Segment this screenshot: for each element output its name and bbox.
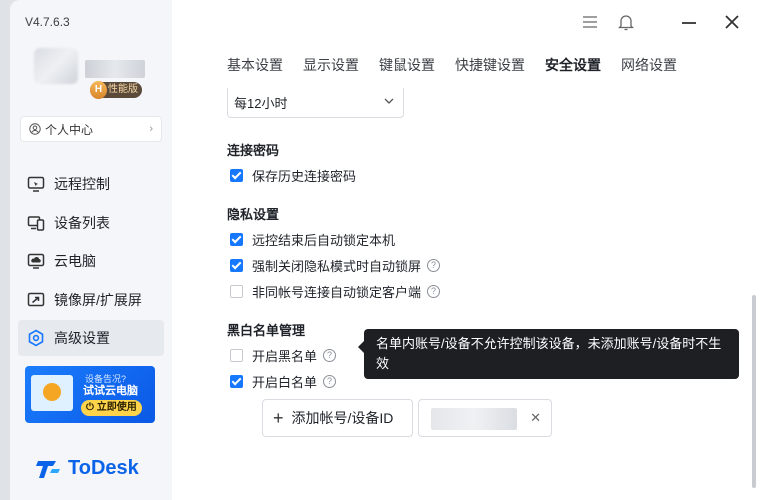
option-enable-whitelist[interactable]: 开启白名单 ?	[230, 372, 337, 391]
close-icon[interactable]	[722, 12, 742, 32]
chevron-down-icon	[383, 95, 395, 110]
settings-panel: 基本设置 显示设置 键鼠设置 快捷键设置 安全设置 网络设置 每12小时 连接密…	[172, 0, 770, 500]
option-label: 强制关闭隐私模式时自动锁屏	[252, 259, 422, 274]
help-icon[interactable]: ?	[427, 285, 441, 298]
option-enable-blacklist[interactable]: 开启黑名单 ?	[230, 346, 337, 365]
add-account-device-button[interactable]: + 添加帐号/设备ID	[262, 399, 413, 437]
minimize-icon[interactable]	[679, 12, 699, 32]
checkbox-checked[interactable]	[230, 233, 243, 246]
avatar[interactable]	[34, 48, 78, 84]
menu-icon[interactable]	[580, 12, 600, 32]
add-button-label: 添加帐号/设备ID	[291, 410, 394, 426]
sidebar-item-label: 远程控制	[54, 176, 110, 192]
tab-display[interactable]: 显示设置	[303, 55, 359, 75]
option-label: 开启白名单	[252, 375, 318, 390]
tab-keyboard-mouse[interactable]: 键鼠设置	[379, 55, 435, 75]
personal-center-label: 个人中心	[45, 122, 94, 137]
help-icon[interactable]: ?	[427, 259, 441, 272]
help-icon[interactable]: ?	[323, 349, 337, 362]
help-icon[interactable]: ?	[323, 375, 337, 388]
badge-h-icon: H	[90, 81, 107, 99]
sidebar-item-label: 镜像屏/扩展屏	[54, 291, 142, 308]
sidebar-item-remote-control[interactable]: 远程控制	[18, 166, 164, 202]
sidebar-item-label: 设备列表	[54, 214, 110, 231]
auto-lock-interval-select[interactable]: 每12小时	[227, 88, 404, 118]
option-label: 保存历史连接密码	[252, 169, 357, 184]
option-diff-account-lock[interactable]: 非同帐号连接自动锁定客户端 ?	[230, 282, 441, 301]
option-force-close-lock[interactable]: 强制关闭隐私模式时自动锁屏 ?	[230, 256, 441, 275]
blacklist-tooltip: 名单内账号/设备不允许控制该设备，未添加账号/设备时不生效	[358, 329, 739, 379]
username-redacted	[85, 60, 145, 78]
settings-hex-icon	[26, 328, 46, 348]
checkbox-checked[interactable]	[230, 259, 243, 272]
power-icon: ⏻	[86, 402, 94, 413]
section-title-connection-password: 连接密码	[227, 143, 280, 158]
sidebar: V4.7.6.3 H 性能版 个人中心 › 远程控制 设备列表 云电脑 镜像屏/…	[10, 0, 172, 500]
device-list-icon	[26, 213, 46, 233]
checkbox-checked[interactable]	[230, 375, 243, 388]
version-label: V4.7.6.3	[25, 15, 70, 29]
cloud-pc-icon	[26, 251, 46, 271]
mirror-screen-icon	[26, 290, 46, 310]
app-window: V4.7.6.3 H 性能版 个人中心 › 远程控制 设备列表 云电脑 镜像屏/…	[10, 0, 770, 500]
scrollbar[interactable]	[752, 295, 756, 488]
personal-center-button[interactable]: 个人中心 ›	[20, 116, 162, 142]
remote-control-icon	[26, 174, 46, 194]
todesk-logo: ToDesk	[36, 457, 139, 480]
plus-icon: +	[273, 407, 284, 428]
use-now-label: 立即使用	[96, 402, 137, 413]
remove-entry-icon[interactable]: ✕	[530, 410, 541, 426]
option-save-history-password[interactable]: 保存历史连接密码	[230, 166, 356, 185]
bell-icon[interactable]	[616, 12, 636, 32]
tab-shortcuts[interactable]: 快捷键设置	[455, 55, 525, 75]
tab-basic[interactable]: 基本设置	[227, 55, 283, 75]
section-title-blacklist-whitelist: 黑白名单管理	[227, 323, 306, 338]
sidebar-item-label: 云电脑	[54, 253, 96, 269]
device-id-redacted	[431, 408, 517, 430]
user-icon	[29, 123, 41, 135]
chevron-right-icon: ›	[149, 123, 153, 135]
tab-security[interactable]: 安全设置	[545, 55, 601, 75]
sidebar-nav: 远程控制 设备列表 云电脑 镜像屏/扩展屏 高级设置	[18, 166, 164, 359]
cloud-pc-promo-banner[interactable]: 设备告况? 试试云电脑 ⏻ 立即使用	[25, 366, 155, 423]
performance-edition-badge: H 性能版	[90, 81, 142, 99]
sidebar-item-label: 高级设置	[54, 330, 110, 346]
banner-title: 试试云电脑	[83, 385, 138, 397]
option-lock-after-remote[interactable]: 远控结束后自动锁定本机	[230, 230, 395, 249]
badge-text: 性能版	[108, 84, 138, 95]
settings-tabs: 基本设置 显示设置 键鼠设置 快捷键设置 安全设置 网络设置	[227, 55, 697, 75]
option-label: 开启黑名单	[252, 349, 318, 364]
section-title-privacy: 隐私设置	[227, 207, 280, 222]
todesk-logo-icon	[36, 460, 60, 478]
option-label: 非同帐号连接自动锁定客户端	[252, 285, 422, 300]
select-value: 每12小时	[234, 96, 288, 111]
checkbox-checked[interactable]	[230, 169, 243, 182]
checkbox-unchecked[interactable]	[230, 285, 243, 298]
whitelist-entry-tag: ✕	[418, 399, 552, 437]
brand-name: ToDesk	[68, 457, 139, 479]
cloud-pc-illustration-icon	[31, 375, 73, 411]
tab-network[interactable]: 网络设置	[621, 55, 677, 75]
use-now-button[interactable]: ⏻ 立即使用	[81, 400, 142, 416]
sidebar-item-cloud-pc[interactable]: 云电脑	[18, 243, 164, 279]
sidebar-item-device-list[interactable]: 设备列表	[18, 205, 164, 241]
option-label: 远控结束后自动锁定本机	[252, 233, 396, 248]
sidebar-item-advanced-settings[interactable]: 高级设置	[18, 320, 164, 356]
sidebar-item-mirror-screen[interactable]: 镜像屏/扩展屏	[18, 282, 164, 318]
checkbox-unchecked[interactable]	[230, 349, 243, 362]
